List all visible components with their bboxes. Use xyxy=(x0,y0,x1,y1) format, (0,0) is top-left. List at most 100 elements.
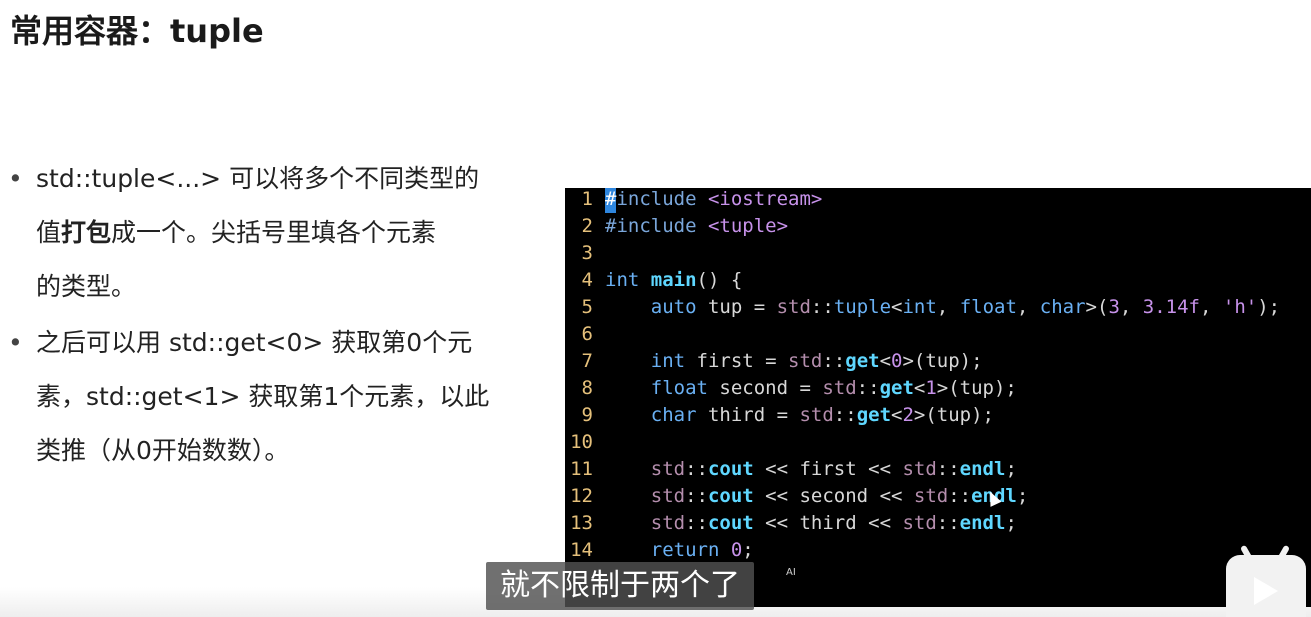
line-number: 8 xyxy=(581,377,593,399)
code-token: ; xyxy=(1005,512,1017,534)
bullet-line: 的类型。 xyxy=(36,260,548,314)
code-line: 3 xyxy=(565,240,605,267)
code-token: std xyxy=(605,485,686,507)
bullet-text: 素，std::get<1> 获取第1个元素，以此 xyxy=(36,382,490,411)
code-token: second = xyxy=(707,377,823,399)
code-token: >(tup); xyxy=(936,377,1017,399)
code-token: >(tup); xyxy=(913,404,994,426)
code-token: std xyxy=(902,512,937,534)
code-token: < xyxy=(891,404,903,426)
line-number: 1 xyxy=(581,188,593,210)
code-token: get xyxy=(845,350,880,372)
code-token: get xyxy=(856,404,892,426)
code-token: :: xyxy=(948,485,972,507)
code-line: 1 #include <iostream> xyxy=(565,188,822,213)
line-number: 12 xyxy=(570,485,593,507)
bullet-line: std::tuple<...> 可以将多个不同类型的 xyxy=(36,152,548,206)
code-line: 11 std::cout << first << std::endl; xyxy=(565,456,1017,483)
code-token: >( xyxy=(1085,296,1109,318)
code-token: std xyxy=(799,404,834,426)
code-token: std xyxy=(788,350,823,372)
code-editor: 1 #include <iostream> 2 #include <tuple> 3 4 i… xyxy=(565,188,1311,607)
code-token: :: xyxy=(685,512,708,534)
code-token: :: xyxy=(685,485,708,507)
code-token: std xyxy=(605,512,686,534)
code-token: :: xyxy=(936,512,960,534)
code-token: :: xyxy=(856,377,880,399)
line-number: 10 xyxy=(570,431,593,453)
line-number: 14 xyxy=(570,539,593,561)
code-token: 3 xyxy=(1108,296,1120,318)
line-number: 2 xyxy=(581,215,593,237)
code-token: cout xyxy=(707,512,754,534)
code-token: < xyxy=(891,296,903,318)
code-token: :: xyxy=(833,404,857,426)
video-subtitle: 就不限制于两个了 xyxy=(486,562,754,610)
line-number: 9 xyxy=(581,404,593,426)
code-token: , xyxy=(936,296,960,318)
code-token: float xyxy=(605,377,708,399)
code-token: << third << xyxy=(753,512,903,534)
code-line: 10 xyxy=(565,429,605,456)
bullet-dot-icon: • xyxy=(8,164,23,193)
code-token: 0 xyxy=(730,539,743,561)
bullet-text: 之后可以用 std::get<0> 获取第0个元 xyxy=(36,328,473,357)
code-token: int xyxy=(605,350,686,372)
bullet-line: 素，std::get<1> 获取第1个元素，以此 xyxy=(36,370,548,424)
code-token: std xyxy=(902,458,937,480)
bullet-emphasis: 打包 xyxy=(61,218,112,247)
bullet-text: std::tuple<...> 可以将多个不同类型的 xyxy=(36,164,480,193)
code-token: cout xyxy=(707,458,754,480)
code-token: :: xyxy=(685,458,708,480)
code-token: 2 xyxy=(902,404,914,426)
line-number: 6 xyxy=(581,323,593,345)
bilibili-play-icon[interactable] xyxy=(1226,544,1306,617)
code-token: endl xyxy=(959,458,1006,480)
code-line: 7 int first = std::get<0>(tup); xyxy=(565,348,983,375)
play-icon xyxy=(1254,577,1278,605)
bullet-list: • std::tuple<...> 可以将多个不同类型的 值打包成一个。尖括号里填各… xyxy=(8,152,548,480)
line-number: 5 xyxy=(581,296,593,318)
code-line: 6 xyxy=(565,321,605,348)
code-token: auto xyxy=(605,296,697,318)
code-line: 8 float second = std::get<1>(tup); xyxy=(565,375,1017,402)
code-token: std xyxy=(913,485,949,507)
text-cursor: # xyxy=(605,188,617,213)
code-token: < xyxy=(913,377,926,399)
code-token: 1 xyxy=(925,377,937,399)
code-token: char xyxy=(605,404,697,426)
code-line: 14 return 0; xyxy=(565,537,754,564)
code-token: tup = xyxy=(696,296,777,318)
bullet-text: 类推（从0开始数数）。 xyxy=(36,436,290,465)
code-token: ; xyxy=(1016,485,1029,507)
code-token: std xyxy=(605,458,686,480)
code-token: >(tup); xyxy=(902,350,983,372)
code-token: ; xyxy=(1005,458,1017,480)
bullet-item: • std::tuple<...> 可以将多个不同类型的 值打包成一个。尖括号里填各… xyxy=(8,152,548,314)
code-line: 4 int main() { xyxy=(565,267,743,294)
code-token: main xyxy=(650,269,697,291)
code-token: int xyxy=(902,296,937,318)
code-token: :: xyxy=(810,296,834,318)
line-number: 4 xyxy=(581,269,593,291)
code-token: get xyxy=(879,377,914,399)
code-line: 5 auto tup = std::tuple<int, float, char… xyxy=(565,294,1281,321)
bullet-item: • 之后可以用 std::get<0> 获取第0个元 素，std::get<1> 获… xyxy=(8,316,548,478)
slide-title: 常用容器：tuple xyxy=(10,12,264,50)
code-token: #include xyxy=(605,215,708,237)
code-token: <tuple> xyxy=(707,215,789,237)
line-number: 13 xyxy=(570,512,593,534)
code-token: :: xyxy=(822,350,846,372)
line-number: 7 xyxy=(581,350,593,372)
code-token: , xyxy=(1016,296,1040,318)
code-token: <iostream> xyxy=(707,188,823,210)
bullet-dot-icon: • xyxy=(8,328,23,357)
code-token: ; xyxy=(742,539,754,561)
code-token: return xyxy=(605,539,731,561)
code-line: 13 std::cout << third << std::endl; xyxy=(565,510,1017,537)
code-line: 2 #include <tuple> xyxy=(565,213,788,240)
code-token: int xyxy=(605,269,651,291)
bullet-text: 成一个。尖括号里填各个元素 xyxy=(111,218,437,247)
code-token: , xyxy=(1199,296,1223,318)
bullet-line: 之后可以用 std::get<0> 获取第0个元 xyxy=(36,316,548,370)
